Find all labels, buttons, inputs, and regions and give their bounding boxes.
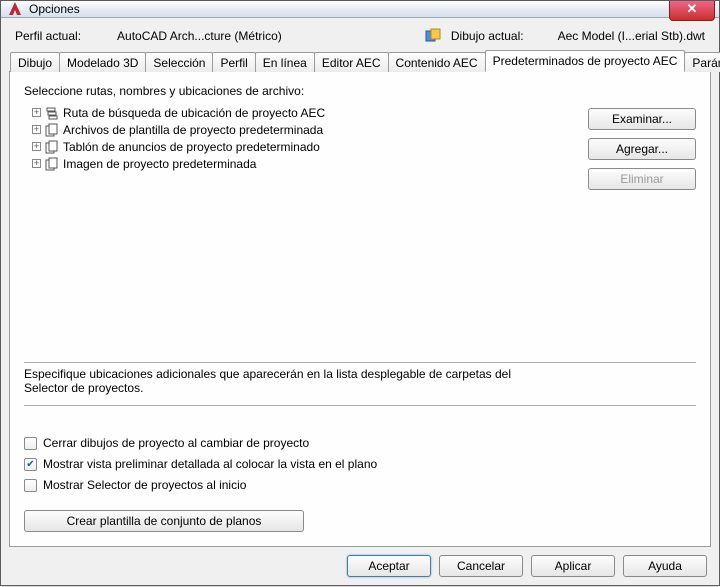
add-button[interactable]: Agregar... bbox=[588, 138, 696, 160]
options-dialog: Opciones ✕ Perfil actual: AutoCAD Arch..… bbox=[0, 0, 720, 586]
tab-parametros[interactable]: Parámetros d bbox=[684, 52, 720, 72]
files-icon bbox=[45, 123, 59, 137]
dialog-buttons: Aceptar Cancelar Aplicar Ayuda bbox=[9, 547, 711, 579]
tab-contenido-aec[interactable]: Contenido AEC bbox=[388, 52, 486, 72]
additional-locations-desc: Especifique ubicaciones adicionales que … bbox=[24, 367, 544, 395]
help-button[interactable]: Ayuda bbox=[623, 555, 707, 577]
browse-button[interactable]: Examinar... bbox=[588, 108, 696, 130]
tab-strip: Dibujo Modelado 3D Selección Perfil En l… bbox=[9, 50, 711, 72]
files-icon bbox=[45, 140, 59, 154]
check-close-drawings[interactable]: Cerrar dibujos de proyecto al cambiar de… bbox=[24, 436, 696, 450]
apply-button[interactable]: Aplicar bbox=[531, 555, 615, 577]
tab-en-linea[interactable]: En línea bbox=[255, 52, 315, 72]
checkbox-label: Cerrar dibujos de proyecto al cambiar de… bbox=[43, 436, 309, 450]
tab-editor-aec[interactable]: Editor AEC bbox=[314, 52, 389, 72]
checkbox-group: Cerrar dibujos de proyecto al cambiar de… bbox=[24, 436, 696, 492]
paths-tree[interactable]: + Ruta de búsqueda de ubicación de proye… bbox=[24, 102, 574, 354]
tab-dibujo[interactable]: Dibujo bbox=[10, 52, 60, 72]
delete-button: Eliminar bbox=[588, 168, 696, 190]
window-title: Opciones bbox=[29, 2, 80, 16]
tab-modelado-3d[interactable]: Modelado 3D bbox=[59, 52, 146, 72]
tab-predeterminados-aec[interactable]: Predeterminados de proyecto AEC bbox=[485, 50, 686, 72]
divider bbox=[24, 405, 696, 406]
tab-seleccion[interactable]: Selección bbox=[145, 52, 213, 72]
checkbox[interactable] bbox=[24, 437, 37, 450]
tree-item[interactable]: + Imagen de proyecto predeterminada bbox=[26, 155, 572, 172]
checkbox[interactable] bbox=[24, 479, 37, 492]
tree-item-label: Ruta de búsqueda de ubicación de proyect… bbox=[63, 106, 325, 120]
expand-icon[interactable]: + bbox=[32, 108, 41, 117]
tree-item-label: Archivos de plantilla de proyecto predet… bbox=[63, 123, 323, 137]
profile-label: Perfil actual: bbox=[15, 29, 81, 43]
tree-area: + Ruta de búsqueda de ubicación de proye… bbox=[24, 102, 696, 354]
tree-item[interactable]: + Tablón de anuncios de proyecto predete… bbox=[26, 138, 572, 155]
create-sheet-template-button[interactable]: Crear plantilla de conjunto de planos bbox=[24, 510, 304, 532]
content-area: Perfil actual: AutoCAD Arch...cture (Mét… bbox=[1, 18, 719, 587]
tree-item[interactable]: + Ruta de búsqueda de ubicación de proye… bbox=[26, 104, 572, 121]
close-button[interactable]: ✕ bbox=[669, 1, 715, 21]
expand-icon[interactable]: + bbox=[32, 159, 41, 168]
divider bbox=[24, 362, 696, 363]
check-show-selector[interactable]: Mostrar Selector de proyectos al inicio bbox=[24, 478, 696, 492]
checkbox-label: Mostrar vista preliminar detallada al co… bbox=[43, 457, 377, 471]
titlebar: Opciones ✕ bbox=[1, 1, 719, 18]
profile-row: Perfil actual: AutoCAD Arch...cture (Mét… bbox=[9, 24, 711, 50]
stack-icon bbox=[45, 106, 59, 120]
drawing-icon bbox=[425, 28, 441, 44]
tree-item-label: Tablón de anuncios de proyecto predeterm… bbox=[63, 140, 320, 154]
app-icon bbox=[7, 1, 23, 17]
cancel-button[interactable]: Cancelar bbox=[439, 555, 523, 577]
tab-perfil[interactable]: Perfil bbox=[212, 52, 255, 72]
tree-item-label: Imagen de proyecto predeterminada bbox=[63, 157, 256, 171]
paths-section-label: Seleccione rutas, nombres y ubicaciones … bbox=[24, 84, 696, 98]
tree-item[interactable]: + Archivos de plantilla de proyecto pred… bbox=[26, 121, 572, 138]
expand-icon[interactable]: + bbox=[32, 142, 41, 151]
check-show-preview[interactable]: Mostrar vista preliminar detallada al co… bbox=[24, 457, 696, 471]
ok-button[interactable]: Aceptar bbox=[347, 555, 431, 577]
profile-value: AutoCAD Arch...cture (Métrico) bbox=[117, 29, 282, 43]
checkbox[interactable] bbox=[24, 458, 37, 471]
drawing-value: Aec Model (I...erial Stb).dwt bbox=[558, 29, 705, 43]
files-icon bbox=[45, 157, 59, 171]
checkbox-label: Mostrar Selector de proyectos al inicio bbox=[43, 478, 246, 492]
drawing-label: Dibujo actual: bbox=[451, 29, 524, 43]
tab-page: Seleccione rutas, nombres y ubicaciones … bbox=[9, 72, 711, 547]
side-buttons: Examinar... Agregar... Eliminar bbox=[588, 102, 696, 354]
expand-icon[interactable]: + bbox=[32, 125, 41, 134]
